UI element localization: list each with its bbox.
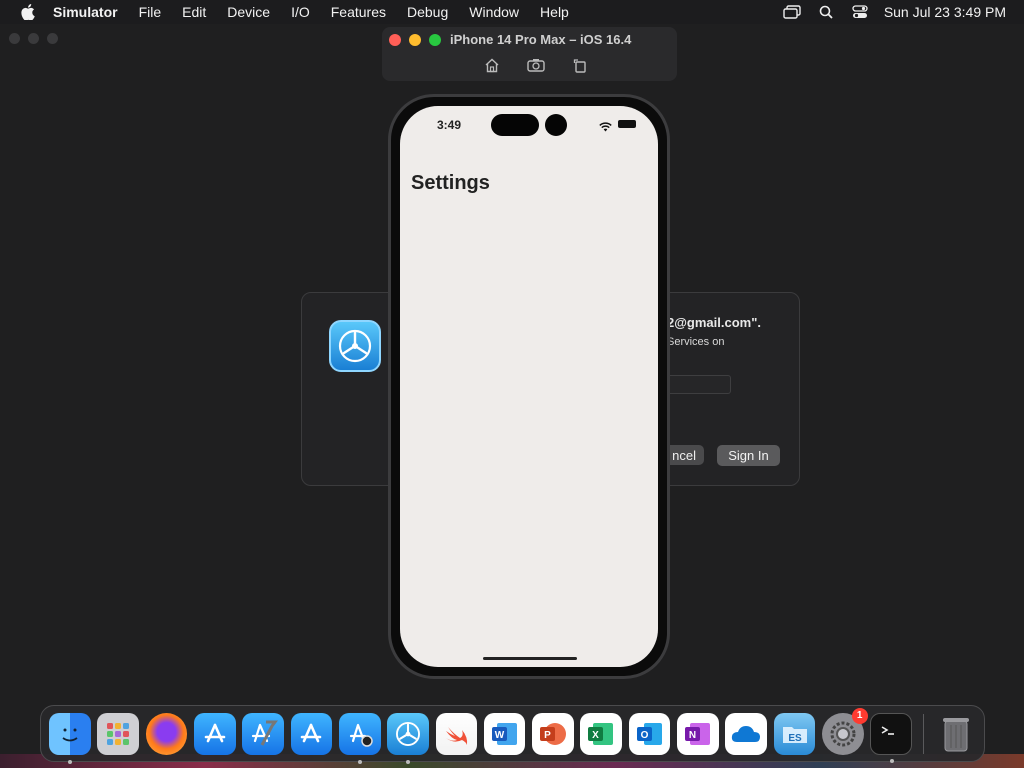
control-center-icon[interactable]: [850, 4, 870, 20]
svg-text:O: O: [640, 730, 648, 741]
dock-separator: [922, 713, 924, 754]
dynamic-island: [491, 114, 539, 136]
battery-icon: [618, 120, 636, 128]
menu-features[interactable]: Features: [331, 4, 386, 20]
home-icon[interactable]: [482, 56, 502, 74]
minimize-window-button[interactable]: [409, 34, 421, 46]
microsoft-onenote-icon[interactable]: N: [677, 712, 719, 755]
menu-app-name[interactable]: Simulator: [53, 4, 118, 20]
ghost-minimize-icon: [28, 33, 39, 44]
svg-text:ES: ES: [788, 733, 802, 744]
ghost-close-icon: [9, 33, 20, 44]
running-indicator: [357, 759, 362, 764]
xcode-icon[interactable]: [242, 712, 284, 755]
onedrive-icon[interactable]: [725, 712, 767, 755]
running-indicator: [68, 759, 72, 764]
sign-in-label: Sign In: [728, 448, 769, 463]
spotlight-search-icon[interactable]: [816, 4, 836, 20]
menu-window[interactable]: Window: [469, 4, 519, 20]
finder-icon[interactable]: [49, 712, 91, 764]
ghost-zoom-icon: [47, 33, 58, 44]
close-window-button[interactable]: [389, 34, 401, 46]
simulator-titlebar: iPhone 14 Pro Max – iOS 16.4: [382, 27, 677, 81]
menu-file[interactable]: File: [139, 4, 162, 20]
password-field[interactable]: [667, 375, 731, 394]
svg-text:P: P: [544, 730, 551, 741]
apple-menu-icon[interactable]: [18, 4, 38, 20]
home-indicator[interactable]: [483, 657, 577, 660]
wifi-icon: [599, 119, 612, 137]
front-camera: [545, 114, 567, 136]
screen-mirroring-icon[interactable]: [782, 4, 802, 20]
menubar-status-area: Sun Jul 23 3:49 PM: [782, 0, 1006, 24]
svg-text:W: W: [494, 730, 504, 741]
sign-in-button[interactable]: Sign In: [717, 445, 780, 466]
dialog-description: Services on: [667, 336, 725, 348]
microsoft-powerpoint-icon[interactable]: P: [532, 712, 574, 755]
zoom-window-button[interactable]: [429, 34, 441, 46]
terminal-icon[interactable]: [870, 712, 912, 763]
menu-bar: Simulator File Edit Device I/O Features …: [0, 0, 1024, 24]
trash-icon[interactable]: [936, 713, 978, 755]
screenshot-icon[interactable]: [526, 56, 546, 74]
dialog-account-text: 2@gmail.com".: [667, 315, 761, 330]
svg-text:X: X: [592, 730, 599, 741]
simulator-window-title: iPhone 14 Pro Max – iOS 16.4: [450, 32, 632, 47]
swift-playgrounds-icon[interactable]: [435, 712, 478, 755]
app-store-icon[interactable]: [193, 712, 236, 755]
running-indicator: [890, 758, 895, 763]
microsoft-outlook-icon[interactable]: O: [628, 712, 671, 755]
app-store-secondary-icon[interactable]: [290, 712, 333, 755]
page-title: Settings: [411, 172, 490, 194]
menu-io[interactable]: I/O: [291, 4, 310, 20]
dock: W P X O N ES 1: [40, 705, 985, 764]
system-settings-icon[interactable]: 1: [822, 707, 868, 755]
simulator-dock-icon[interactable]: [387, 712, 429, 764]
menu-device[interactable]: Device: [227, 4, 270, 20]
menu-debug[interactable]: Debug: [407, 4, 448, 20]
simulator-toolbar: [482, 56, 590, 74]
cancel-label: ncel: [672, 447, 696, 463]
simulator-app-icon: [329, 320, 381, 372]
file-explorer-icon[interactable]: ES: [773, 712, 816, 755]
status-bar-time: 3:49: [437, 118, 462, 132]
svg-text:N: N: [689, 730, 696, 741]
menubar-clock[interactable]: Sun Jul 23 3:49 PM: [884, 4, 1006, 20]
launchpad-icon[interactable]: [97, 712, 139, 755]
notification-badge: 1: [851, 707, 868, 724]
running-indicator: [406, 759, 411, 764]
microsoft-excel-icon[interactable]: X: [580, 712, 623, 755]
background-window-controls: [9, 33, 58, 44]
iphone-screen[interactable]: 3:49 Settings: [400, 106, 658, 667]
microsoft-word-icon[interactable]: W: [483, 712, 526, 755]
firefox-icon[interactable]: [145, 712, 188, 755]
rotate-icon[interactable]: [570, 56, 590, 74]
instruments-icon[interactable]: [338, 712, 381, 764]
iphone-device: 3:49 Settings: [388, 94, 670, 679]
menu-edit[interactable]: Edit: [182, 4, 206, 20]
menu-help[interactable]: Help: [540, 4, 569, 20]
